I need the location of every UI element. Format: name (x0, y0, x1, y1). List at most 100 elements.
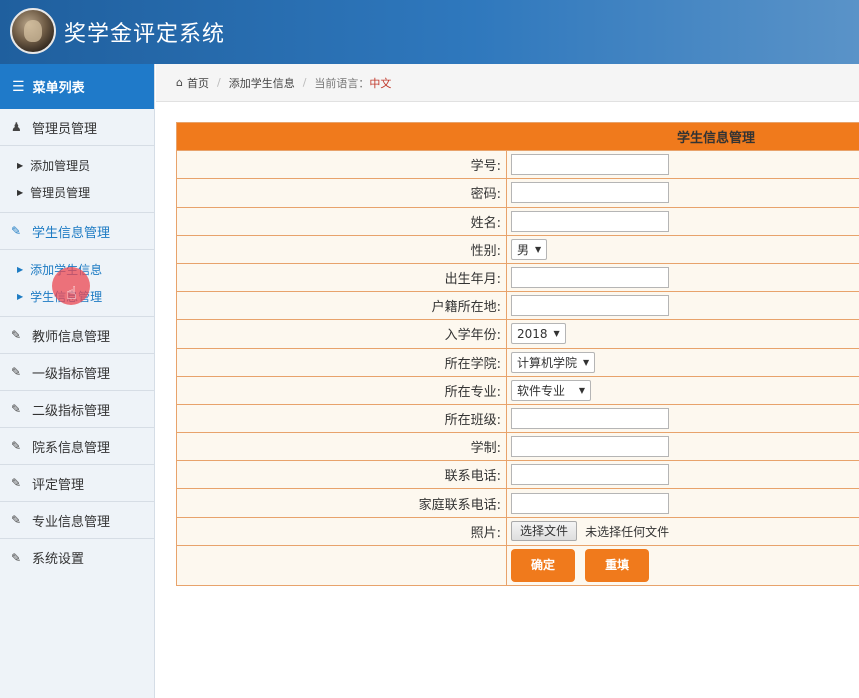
sidebar-group-admin[interactable]: ♟ 管理员管理 (0, 109, 154, 146)
family-phone-input[interactable] (511, 492, 669, 514)
field-label: 学号: (176, 150, 507, 180)
sidebar-group-label: 系统设置 (32, 552, 85, 567)
field-label: 家庭联系电话: (176, 488, 507, 518)
top-header: 奖学金评定系统 (0, 0, 859, 64)
field-label: 所在专业: (176, 375, 507, 405)
sidebar-group-major[interactable]: ✎ 专业信息管理 (0, 502, 154, 539)
field-label: 联系电话: (176, 460, 507, 490)
sidebar-item-add-admin[interactable]: ▶ 添加管理员 (0, 152, 154, 179)
sidebar-group-label: 院系信息管理 (32, 440, 111, 456)
student-form: 学生信息管理 学号: 密码: 姓名: 性别: 男 ▼ 出生年月: 户籍所在地: … (176, 121, 859, 586)
sidebar-submenu-admin: ▶ 添加管理员 ▶ 管理员管理 (0, 146, 154, 213)
sidebar-group-label: 教师信息管理 (32, 329, 111, 345)
logo-avatar (10, 8, 56, 54)
choose-file-button[interactable]: 选择文件 (511, 521, 578, 542)
sidebar-group-teacher[interactable]: ✎ 教师信息管理 (0, 317, 154, 354)
edit-icon: ✎ (11, 513, 22, 527)
edit-icon: ✎ (11, 402, 22, 416)
caret-down-icon: ▼ (535, 244, 542, 254)
name-input[interactable] (511, 210, 669, 232)
edit-icon: ✎ (11, 550, 22, 565)
sidebar-item-admin-manage[interactable]: ▶ 管理员管理 (0, 179, 154, 206)
form-row: 学号: (176, 150, 859, 180)
select-value: 2018 (517, 326, 548, 341)
field-label: 照片: (176, 516, 507, 546)
field-label: 出生年月: (176, 262, 507, 293)
sidebar-group-label: 专业信息管理 (32, 514, 111, 530)
gender-select[interactable]: 男 ▼ (511, 238, 548, 260)
empty-cell (176, 544, 507, 586)
class-input[interactable] (511, 407, 669, 429)
form-row: 家庭联系电话: (176, 488, 859, 518)
caret-down-icon: ▼ (583, 357, 590, 367)
caret-right-icon: ▶ (17, 292, 24, 301)
birth-input[interactable] (511, 267, 669, 289)
field-label: 所在班级: (176, 403, 507, 434)
breadcrumb-separator: / (216, 76, 221, 89)
caret-right-icon: ▶ (17, 188, 24, 197)
breadcrumb-separator: / (302, 76, 307, 89)
sidebar-group-label: 一级指标管理 (32, 366, 111, 382)
form-row: 出生年月: (176, 262, 859, 293)
sidebar-group-department[interactable]: ✎ 院系信息管理 (0, 428, 154, 465)
reset-button[interactable]: 重填 (585, 548, 650, 582)
sidebar-group-level2[interactable]: ✎ 二级指标管理 (0, 391, 154, 428)
field-label: 户籍所在地: (176, 291, 507, 321)
form-row: 入学年份: 2018 ▼ (176, 319, 859, 349)
form-table: 学生信息管理 学号: 密码: 姓名: 性别: 男 ▼ 出生年月: 户籍所在地: … (176, 121, 859, 586)
form-row: 确定 重填 (176, 544, 859, 586)
caret-right-icon: ▶ (17, 161, 24, 170)
caret-right-icon: ▶ (17, 265, 24, 274)
menu-title: 菜单列表 (32, 81, 85, 96)
form-row: 联系电话: (176, 460, 859, 490)
select-value: 计算机学院 (517, 355, 578, 370)
hometown-input[interactable] (511, 295, 669, 317)
sidebar-item-add-student[interactable]: ▶ 添加学生信息 (0, 256, 154, 283)
sidebar-group-label: 二级指标管理 (32, 403, 111, 419)
select-value: 男 (517, 242, 530, 257)
field-label: 密码: (176, 178, 507, 208)
breadcrumb-current: 添加学生信息 (228, 76, 295, 90)
sidebar-group-evaluation[interactable]: ✎ 评定管理 (0, 465, 154, 502)
sidebar-item-label: 管理员管理 (30, 186, 91, 200)
enroll-year-select[interactable]: 2018 ▼ (511, 323, 566, 345)
form-row: 照片: 选择文件 未选择任何文件 (176, 516, 859, 546)
sidebar-group-level1[interactable]: ✎ 一级指标管理 (0, 354, 154, 391)
select-value: 软件专业 (517, 383, 566, 398)
sidebar-item-student-manage[interactable]: ▶ 学生信息管理 (0, 283, 154, 310)
student-no-input[interactable] (511, 154, 669, 176)
schooling-input[interactable] (511, 436, 669, 458)
breadcrumb: ⌂ 首页 / 添加学生信息 / 当前语言： 中文 (156, 64, 859, 102)
phone-input[interactable] (511, 464, 669, 486)
field-label: 所在学院: (176, 347, 507, 377)
submit-button[interactable]: 确定 (511, 548, 575, 582)
field-label: 学制: (176, 432, 507, 462)
password-input[interactable] (511, 182, 669, 204)
college-select[interactable]: 计算机学院 ▼ (511, 351, 596, 373)
file-status: 未选择任何文件 (585, 524, 670, 539)
breadcrumb-lang-value: 中文 (369, 76, 392, 90)
breadcrumb-home[interactable]: 首页 (187, 75, 209, 91)
app-title: 奖学金评定系统 (64, 22, 226, 47)
field-label: 姓名: (176, 206, 507, 236)
form-title: 学生信息管理 (176, 121, 859, 152)
sidebar-item-label: 添加学生信息 (30, 263, 103, 277)
sidebar-group-label: 评定管理 (32, 477, 85, 493)
form-row: 所在班级: (176, 403, 859, 434)
form-row: 所在学院: 计算机学院 ▼ (176, 347, 859, 377)
field-label: 性别: (176, 234, 507, 264)
form-row: 性别: 男 ▼ (176, 234, 859, 264)
sidebar-group-label: 管理员管理 (32, 121, 98, 137)
home-icon: ⌂ (176, 76, 183, 89)
caret-down-icon: ▼ (578, 385, 585, 395)
sidebar-item-label: 添加管理员 (30, 159, 91, 173)
form-row: 密码: (176, 178, 859, 208)
caret-down-icon: ▼ (553, 329, 560, 339)
major-select[interactable]: 软件专业 ▼ (511, 379, 591, 401)
field-label: 入学年份: (176, 319, 507, 349)
sidebar-group-label: 学生信息管理 (32, 225, 111, 241)
sidebar-group-student[interactable]: ✎ 学生信息管理 (0, 213, 154, 250)
sidebar-group-settings[interactable]: ✎ 系统设置 (0, 539, 154, 576)
menu-header: ☰ 菜单列表 (0, 64, 154, 109)
sidebar-submenu-student: ▶ 添加学生信息 ▶ 学生信息管理 (0, 250, 154, 317)
